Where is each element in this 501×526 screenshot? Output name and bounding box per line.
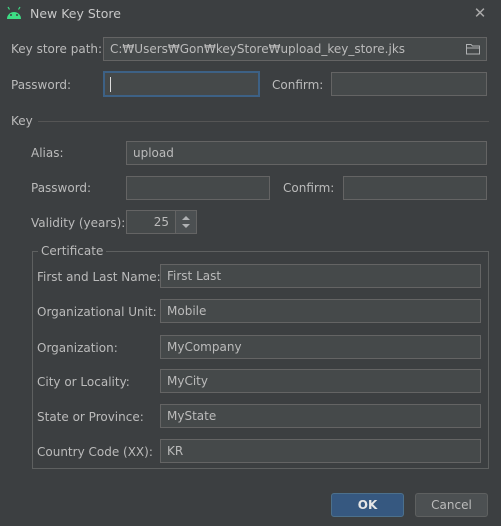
key-confirm-field[interactable] — [343, 176, 487, 200]
key-confirm-label: Confirm: — [283, 181, 335, 195]
city-value: MyCity — [167, 374, 208, 388]
validity-field[interactable]: 25 — [126, 210, 176, 234]
keystore-path-value: C:₩Users₩Gon₩keyStore₩upload_key_store.j… — [110, 42, 406, 56]
state-label: State or Province: — [37, 410, 144, 424]
keystore-confirm-label: Confirm: — [272, 78, 324, 92]
country-code-field[interactable]: KR — [160, 439, 481, 463]
org-unit-label: Organizational Unit: — [37, 305, 157, 319]
validity-spinner[interactable] — [175, 210, 197, 234]
state-value: MyState — [167, 409, 217, 423]
alias-field[interactable]: upload — [126, 141, 487, 165]
keystore-confirm-field[interactable] — [331, 72, 487, 96]
close-icon[interactable]: ✕ — [470, 3, 490, 23]
keystore-password-field[interactable] — [103, 71, 260, 97]
first-last-name-field[interactable]: First Last — [160, 264, 481, 288]
validity-value: 25 — [153, 215, 169, 229]
organization-value: MyCompany — [167, 340, 242, 354]
country-code-value: KR — [167, 444, 184, 458]
keystore-path-label: Key store path: — [11, 42, 103, 56]
up-down-arrows-icon[interactable] — [176, 211, 196, 233]
country-code-label: Country Code (XX): — [37, 445, 153, 459]
key-password-field[interactable] — [126, 176, 270, 200]
folder-icon[interactable] — [466, 43, 480, 55]
title-bar: New Key Store ✕ — [0, 0, 501, 28]
first-last-name-label: First and Last Name: — [37, 270, 161, 284]
org-unit-field[interactable]: Mobile — [160, 299, 481, 323]
city-label: City or Locality: — [37, 375, 130, 389]
org-unit-value: Mobile — [167, 304, 207, 318]
cancel-button[interactable]: Cancel — [415, 493, 488, 517]
keystore-password-label: Password: — [11, 78, 72, 92]
validity-label: Validity (years): — [31, 216, 126, 230]
ok-button[interactable]: OK — [331, 493, 404, 517]
key-password-label: Password: — [31, 181, 92, 195]
keystore-path-field[interactable]: C:₩Users₩Gon₩keyStore₩upload_key_store.j… — [103, 37, 487, 61]
state-field[interactable]: MyState — [160, 404, 481, 428]
organization-field[interactable]: MyCompany — [160, 335, 481, 359]
city-field[interactable]: MyCity — [160, 369, 481, 393]
text-caret — [110, 77, 111, 92]
window-title: New Key Store — [30, 6, 121, 21]
key-section-label: Key — [11, 114, 33, 128]
organization-label: Organization: — [37, 341, 118, 355]
alias-value: upload — [133, 146, 174, 160]
alias-label: Alias: — [31, 146, 64, 160]
certificate-title: Certificate — [38, 244, 107, 258]
first-last-name-value: First Last — [167, 269, 222, 283]
android-icon — [7, 6, 21, 19]
key-section-divider — [38, 121, 489, 122]
